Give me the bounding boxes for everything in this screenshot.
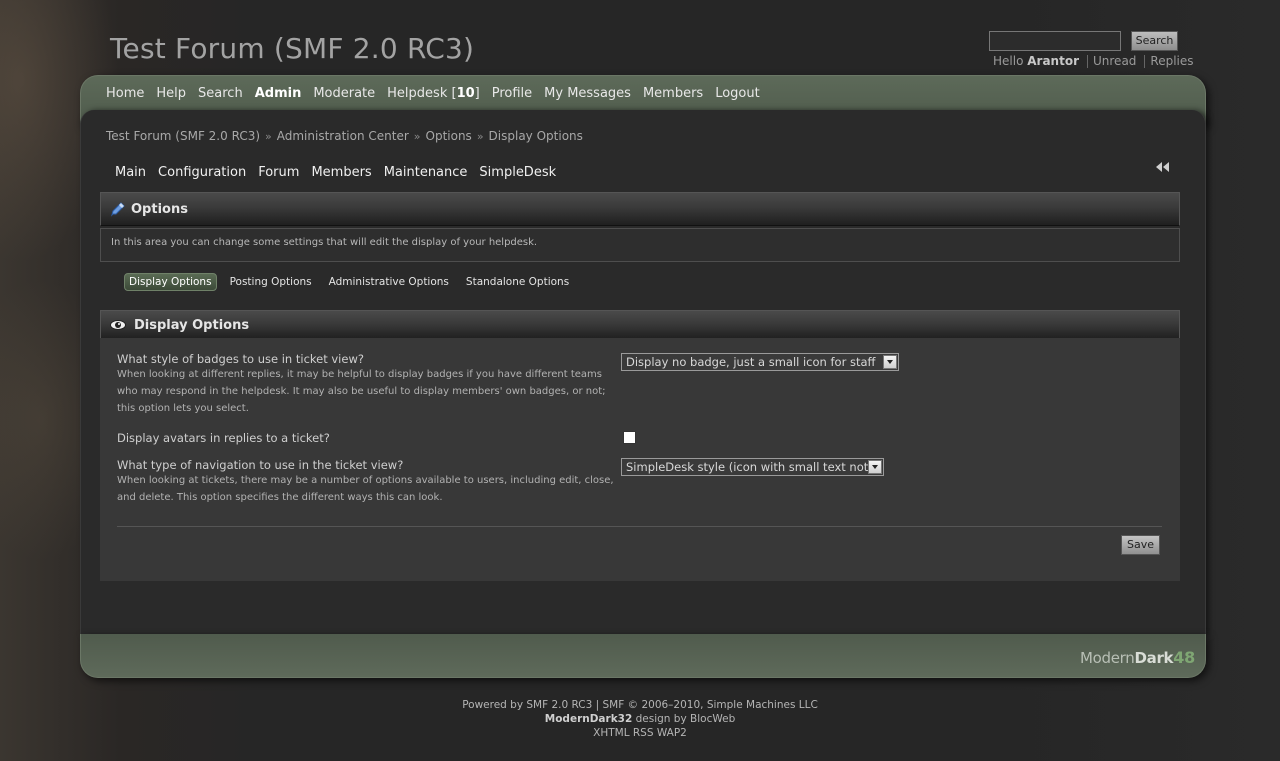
divider <box>1087 54 1088 68</box>
footer-theme-name[interactable]: ModernDark32 <box>545 713 633 725</box>
badge-style-setting: What style of badges to use in ticket vi… <box>117 352 617 417</box>
badge-style-selected: Display no badge, just a small icon for … <box>626 355 876 369</box>
navigation-type-selected: SimpleDesk style (icon with small text n… <box>626 460 880 474</box>
user-links: Hello Arantor Unread Replies <box>993 54 1194 68</box>
nav-search[interactable]: Search <box>198 86 243 102</box>
brand-dark: Dark <box>1134 649 1174 667</box>
pencil-icon <box>111 202 125 217</box>
nav-logout[interactable]: Logout <box>715 86 760 102</box>
search-input[interactable] <box>989 31 1121 51</box>
breadcrumb-separator: » <box>413 129 421 143</box>
breadcrumb-admin-center[interactable]: Administration Center <box>277 129 409 143</box>
admin-menu-forum[interactable]: Forum <box>258 165 299 180</box>
search-button[interactable]: Search <box>1131 31 1178 51</box>
breadcrumb-separator: » <box>476 129 484 143</box>
frame-bottom <box>80 634 1206 678</box>
admin-menu-members[interactable]: Members <box>311 165 371 180</box>
footer-links[interactable]: XHTML RSS WAP2 <box>0 726 1280 740</box>
footer-design-by[interactable]: design by BlocWeb <box>632 713 736 725</box>
display-options-header: Display Options <box>100 310 1180 340</box>
nav-profile[interactable]: Profile <box>492 86 532 102</box>
nav-admin[interactable]: Admin <box>255 86 302 102</box>
settings-divider <box>117 526 1162 527</box>
tab-administrative-options[interactable]: Administrative Options <box>325 274 453 290</box>
brand-number: 48 <box>1173 648 1195 667</box>
divider <box>1144 54 1146 68</box>
main-nav: Home Help Search Admin Moderate Helpdesk… <box>106 86 760 102</box>
admin-menu-simpledesk[interactable]: SimpleDesk <box>479 165 556 180</box>
breadcrumb-separator: » <box>265 129 272 143</box>
admin-menu-configuration[interactable]: Configuration <box>158 165 246 180</box>
forum-title[interactable]: Test Forum (SMF 2.0 RC3) <box>110 32 474 65</box>
breadcrumb-options[interactable]: Options <box>426 129 472 143</box>
nav-home[interactable]: Home <box>106 86 144 102</box>
nav-help[interactable]: Help <box>156 86 186 102</box>
tab-display-options[interactable]: Display Options <box>124 273 217 291</box>
helpdesk-label: Helpdesk [ <box>387 86 457 101</box>
breadcrumb-display-options[interactable]: Display Options <box>489 129 583 143</box>
breadcrumb: Test Forum (SMF 2.0 RC3) » Administratio… <box>106 129 583 143</box>
options-description: In this area you can change some setting… <box>100 228 1180 262</box>
nav-helpdesk[interactable]: Helpdesk [10] <box>387 86 480 102</box>
theme-logo: ModernDark48 <box>1080 648 1195 667</box>
avatars-checkbox[interactable] <box>623 431 636 444</box>
navigation-type-setting: What type of navigation to use in the ti… <box>117 458 617 506</box>
admin-menu-maintenance[interactable]: Maintenance <box>384 165 468 180</box>
unread-link[interactable]: Unread <box>1093 54 1136 68</box>
save-button[interactable]: Save <box>1121 535 1160 555</box>
replies-link[interactable]: Replies <box>1150 54 1193 68</box>
helpdesk-close: ] <box>474 86 480 101</box>
navigation-type-question: What type of navigation to use in the ti… <box>117 458 404 472</box>
nav-moderate[interactable]: Moderate <box>313 86 375 102</box>
breadcrumb-forum[interactable]: Test Forum (SMF 2.0 RC3) <box>106 129 260 143</box>
username[interactable]: Arantor <box>1027 54 1079 68</box>
chevron-down-icon[interactable] <box>868 460 882 474</box>
tab-posting-options[interactable]: Posting Options <box>226 274 316 290</box>
navigation-type-description: When looking at tickets, there may be a … <box>117 475 614 503</box>
footer-theme-credit: ModernDark32 design by BlocWeb <box>0 712 1280 726</box>
nav-members[interactable]: Members <box>643 86 703 102</box>
avatars-question: Display avatars in replies to a ticket? <box>117 431 330 445</box>
badge-style-select[interactable]: Display no badge, just a small icon for … <box>621 353 899 371</box>
admin-menu: Main Configuration Forum Members Mainten… <box>115 165 556 180</box>
options-header: Options <box>100 192 1180 226</box>
user-greeting: Hello Arantor <box>993 54 1079 68</box>
helpdesk-count: 10 <box>456 86 475 101</box>
brand-modern: Modern <box>1080 649 1135 667</box>
footer: Powered by SMF 2.0 RC3 | SMF © 2006–2010… <box>0 698 1280 740</box>
options-title: Options <box>131 201 188 217</box>
chevron-down-icon[interactable] <box>883 355 897 369</box>
subtabs: Display Options Posting Options Administ… <box>124 273 573 291</box>
badge-style-description: When looking at different replies, it ma… <box>117 369 606 414</box>
hello-prefix: Hello <box>993 54 1024 68</box>
eye-icon <box>110 320 126 330</box>
footer-powered-by[interactable]: Powered by SMF 2.0 RC3 | SMF © 2006–2010… <box>0 698 1280 712</box>
display-options-title: Display Options <box>134 317 250 333</box>
navigation-type-select[interactable]: SimpleDesk style (icon with small text n… <box>621 458 884 476</box>
admin-menu-main[interactable]: Main <box>115 165 146 180</box>
badge-style-question: What style of badges to use in ticket vi… <box>117 352 364 366</box>
nav-my-messages[interactable]: My Messages <box>544 86 631 102</box>
collapse-menu-icon[interactable] <box>1154 160 1172 174</box>
avatars-setting: Display avatars in replies to a ticket? <box>117 431 617 445</box>
tab-standalone-options[interactable]: Standalone Options <box>462 274 573 290</box>
